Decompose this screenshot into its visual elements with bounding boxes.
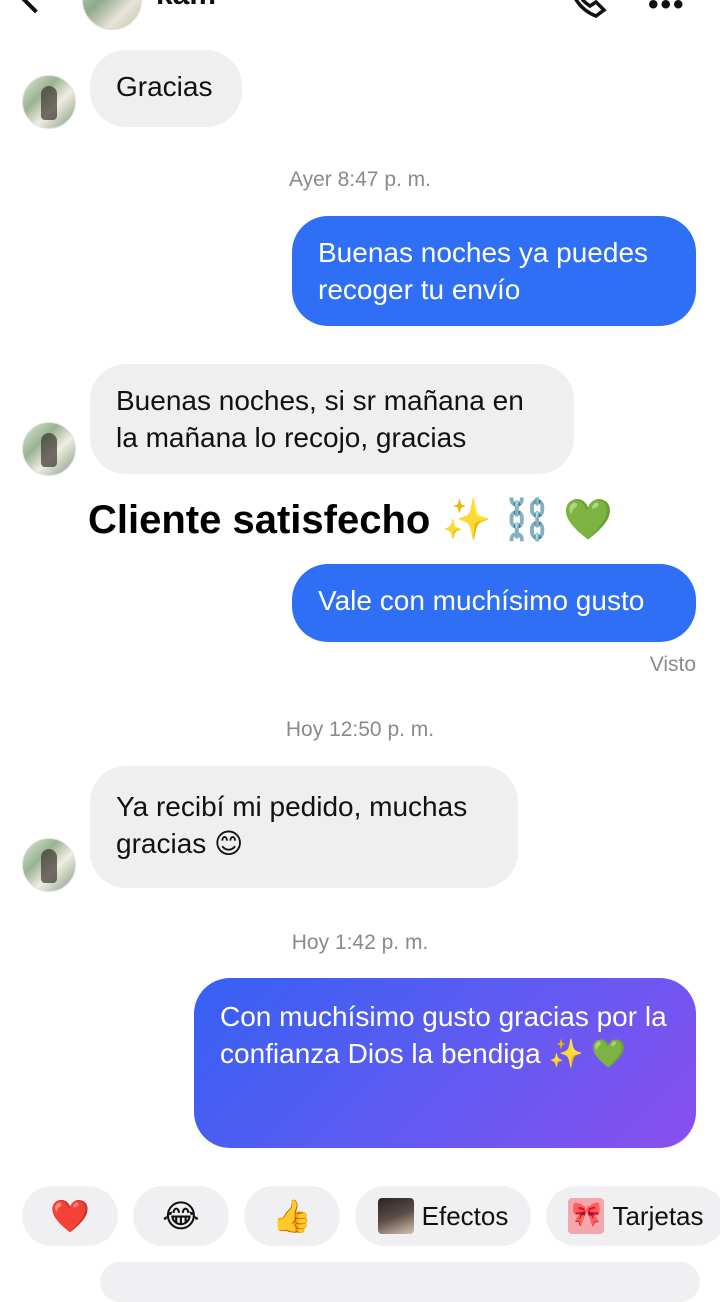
incoming-message[interactable]: Buenas noches, si sr mañana en la mañana… — [90, 364, 574, 474]
more-options-icon[interactable]: ••• — [648, 0, 686, 22]
contact-avatar-small[interactable] — [22, 75, 76, 129]
message-text: Con muchísimo gusto gracias por la confi… — [220, 1001, 667, 1069]
overlay-caption: Cliente satisfecho ✨ ⛓️ 💚 — [88, 498, 614, 542]
heart-icon: ❤️ — [50, 1198, 90, 1234]
message-input[interactable] — [100, 1262, 700, 1302]
thumbs-up-button[interactable]: 👍 — [244, 1186, 340, 1246]
incoming-message[interactable]: Ya recibí mi pedido, muchas gracias 😊 — [90, 766, 518, 888]
seen-status: Visto — [649, 653, 696, 676]
heart-reaction-button[interactable]: ❤️ — [22, 1186, 118, 1246]
timestamp: Hoy 1:42 p. m. — [291, 931, 429, 954]
thumbs-up-icon: 👍 — [272, 1198, 312, 1234]
message-text: Buenas noches, si sr mañana en la mañana… — [116, 385, 524, 453]
outgoing-message[interactable]: Buenas noches ya puedes recoger tu envío — [292, 216, 696, 326]
message-text: Buenas noches ya puedes recoger tu envío — [318, 237, 649, 305]
cards-button[interactable]: Tarjetas — [546, 1186, 720, 1246]
laugh-reaction-button[interactable]: 😂 — [133, 1186, 229, 1246]
effects-label: Efectos — [421, 1200, 509, 1231]
effects-thumbnail-icon — [377, 1198, 414, 1234]
cards-label: Tarjetas — [612, 1200, 704, 1231]
contact-avatar[interactable] — [82, 0, 142, 30]
contact-name[interactable]: kam — [156, 0, 216, 12]
incoming-message[interactable]: Gracias — [90, 50, 242, 127]
outgoing-message[interactable]: Con muchísimo gusto gracias por la confi… — [194, 978, 696, 1148]
contact-avatar-small[interactable] — [22, 422, 76, 476]
laughing-face-icon: 😂 — [162, 1198, 200, 1234]
back-chevron-icon[interactable] — [16, 0, 54, 14]
message-text: Ya recibí mi pedido, muchas gracias 😊 — [116, 791, 468, 859]
contact-avatar-small[interactable] — [22, 838, 76, 892]
timestamp: Hoy 12:50 p. m. — [285, 718, 435, 741]
outgoing-message[interactable]: Vale con muchísimo gusto — [292, 564, 696, 642]
effects-button[interactable]: Efectos — [355, 1186, 531, 1246]
message-text: Gracias — [116, 71, 213, 102]
phone-icon[interactable] — [566, 0, 610, 20]
ribbon-icon — [568, 1198, 605, 1234]
message-text: Vale con muchísimo gusto — [318, 585, 645, 616]
chat-header: kam ••• — [0, 0, 720, 30]
timestamp: Ayer 8:47 p. m. — [288, 168, 432, 191]
